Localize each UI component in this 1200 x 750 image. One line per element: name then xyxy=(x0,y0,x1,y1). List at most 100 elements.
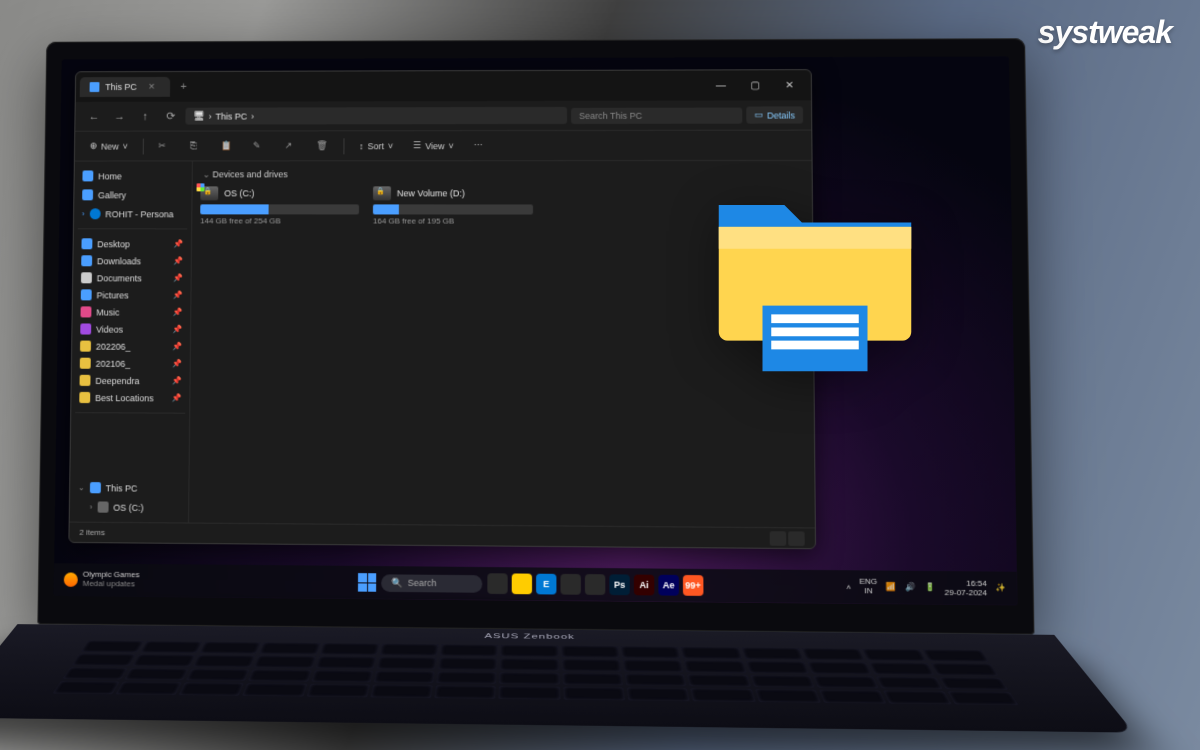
separator xyxy=(343,138,344,154)
taskbar-app-store[interactable] xyxy=(560,574,580,595)
breadcrumb-this-pc[interactable]: This PC xyxy=(215,111,247,121)
sidebar-item-desktop[interactable]: Desktop📌 xyxy=(77,235,187,252)
pin-icon: 📌 xyxy=(173,273,183,282)
cut-button[interactable]: ✂ xyxy=(151,137,177,155)
taskbar-app-aftereffects[interactable]: Ae xyxy=(658,575,679,596)
sidebar-item-music[interactable]: Music📌 xyxy=(76,303,186,320)
folder-icon xyxy=(80,323,91,334)
pin-icon: 📌 xyxy=(172,325,182,334)
sidebar-item-this-pc[interactable]: ⌄This PC xyxy=(74,479,185,497)
drive-icon xyxy=(200,186,218,200)
pin-icon: 📌 xyxy=(172,342,182,351)
minimize-button[interactable]: — xyxy=(704,80,738,91)
pin-icon: 📌 xyxy=(171,393,181,402)
tray-chevron-icon[interactable]: ˄ xyxy=(846,582,851,591)
folder-icon xyxy=(81,272,92,283)
new-button[interactable]: ⊕ New ˅ xyxy=(83,138,135,155)
copy-icon: ⎘ xyxy=(190,140,202,152)
onedrive-icon xyxy=(89,208,100,219)
battery-icon[interactable]: 🔋 xyxy=(925,582,937,594)
brand-logo: SYSTweak xyxy=(1038,14,1172,51)
taskbar-app-photoshop[interactable]: Ps xyxy=(609,574,629,595)
sidebar-item-onedrive[interactable]: ›ROHIT - Persona xyxy=(78,205,188,222)
paste-icon: 📋 xyxy=(221,140,233,152)
sidebar-item-home[interactable]: Home xyxy=(78,167,187,184)
wifi-icon[interactable]: 📶 xyxy=(886,582,897,594)
taskbar-app-app[interactable] xyxy=(585,574,605,595)
breadcrumb-sep: › xyxy=(209,111,212,121)
copilot-icon[interactable]: ✨ xyxy=(995,583,1007,595)
list-view-button[interactable] xyxy=(770,531,787,546)
taskbar-search[interactable]: 🔍 Search xyxy=(381,574,482,592)
volume-icon[interactable]: 🔊 xyxy=(905,582,917,594)
refresh-button[interactable]: ⟳ xyxy=(160,105,182,127)
view-toggle xyxy=(770,531,805,546)
rename-icon: ✎ xyxy=(253,140,265,152)
pin-icon: 📌 xyxy=(172,308,182,317)
laptop: This PC × + — ▢ ✕ ← → ↑ ⟳ � xyxy=(35,38,1036,750)
language-indicator[interactable]: ENGIN xyxy=(859,578,877,596)
delete-button[interactable]: 🗑 xyxy=(309,137,335,155)
pin-icon: 📌 xyxy=(172,359,182,368)
sort-button[interactable]: ↕ Sort ˅ xyxy=(352,138,400,154)
sidebar-item-documents[interactable]: Documents📌 xyxy=(77,269,187,286)
taskbar-app-explorer[interactable] xyxy=(512,573,532,594)
sidebar-item-202106-[interactable]: 202106_📌 xyxy=(76,355,186,373)
close-tab-icon[interactable]: × xyxy=(143,81,161,93)
sidebar-item-gallery[interactable]: Gallery xyxy=(78,186,188,203)
back-button[interactable]: ← xyxy=(83,105,105,127)
sidebar-item-videos[interactable]: Videos📌 xyxy=(76,320,186,337)
folder-icon xyxy=(80,375,91,386)
up-button[interactable]: ↑ xyxy=(134,105,156,127)
taskbar-left: Olympic Games Medal updates xyxy=(64,571,140,590)
storage-bar xyxy=(200,204,359,214)
laptop-brand-label: ASUS Zenbook xyxy=(485,633,576,641)
folder-icon xyxy=(80,358,91,369)
storage-bar xyxy=(373,204,533,214)
home-icon xyxy=(82,170,93,181)
taskbar-app-notifications[interactable]: 99+ xyxy=(683,575,704,596)
view-button[interactable]: ☰ View ˅ xyxy=(406,137,461,154)
sidebar-item-os-drive[interactable]: ›OS (C:) xyxy=(74,498,185,516)
search-input[interactable]: Search This PC xyxy=(571,107,742,123)
taskbar-app-task-view[interactable] xyxy=(487,573,507,594)
clock[interactable]: 16:5429-07-2024 xyxy=(944,578,987,598)
rename-button[interactable]: ✎ xyxy=(246,137,272,155)
sidebar-item-downloads[interactable]: Downloads📌 xyxy=(77,252,187,269)
drive-new-volume-d-[interactable]: New Volume (D:)164 GB free of 195 GB xyxy=(373,186,533,225)
pin-icon: 📌 xyxy=(173,239,183,248)
forward-button[interactable]: → xyxy=(109,105,131,127)
sidebar-item-pictures[interactable]: Pictures📌 xyxy=(77,286,187,303)
grid-view-button[interactable] xyxy=(788,531,805,546)
tab-this-pc[interactable]: This PC × xyxy=(80,77,171,97)
details-pane-toggle[interactable]: ▭ Details xyxy=(746,106,803,123)
new-tab-button[interactable]: + xyxy=(174,81,192,93)
share-icon: ↗ xyxy=(285,140,297,152)
folder-icon xyxy=(81,238,92,249)
breadcrumb-bar[interactable]: 🖥 › This PC › xyxy=(185,107,567,125)
file-explorer-overlay-icon xyxy=(700,170,930,380)
sidebar-item-202206-[interactable]: 202206_📌 xyxy=(76,338,186,356)
tab-label: This PC xyxy=(105,82,137,92)
gallery-icon xyxy=(82,189,93,200)
more-button[interactable]: ⋯ xyxy=(467,137,490,154)
taskbar-app-illustrator[interactable]: Ai xyxy=(634,575,655,596)
paste-button[interactable]: 📋 xyxy=(214,137,240,155)
taskbar-app-edge[interactable]: E xyxy=(536,574,556,595)
this-pc-icon xyxy=(90,482,101,493)
share-button[interactable]: ↗ xyxy=(278,137,304,155)
drive-os-c-[interactable]: OS (C:)144 GB free of 254 GB xyxy=(200,186,359,225)
taskbar-center: 🔍 Search E PsAiAe99+ xyxy=(358,572,704,596)
sidebar-item-best-locations[interactable]: Best Locations📌 xyxy=(75,389,185,407)
close-button[interactable]: ✕ xyxy=(772,80,807,91)
start-button[interactable] xyxy=(358,573,376,592)
drive-icon xyxy=(97,501,108,512)
copy-button[interactable]: ⎘ xyxy=(183,137,209,155)
maximize-button[interactable]: ▢ xyxy=(738,80,772,91)
sidebar-divider xyxy=(78,228,187,229)
breadcrumb-icon: 🖥 xyxy=(193,111,204,122)
sidebar-divider xyxy=(75,412,185,414)
widgets-button[interactable]: Olympic Games Medal updates xyxy=(64,571,140,590)
laptop-keyboard: ASUS Zenbook xyxy=(0,624,1134,732)
sidebar-item-deependra[interactable]: Deependra📌 xyxy=(76,372,186,390)
